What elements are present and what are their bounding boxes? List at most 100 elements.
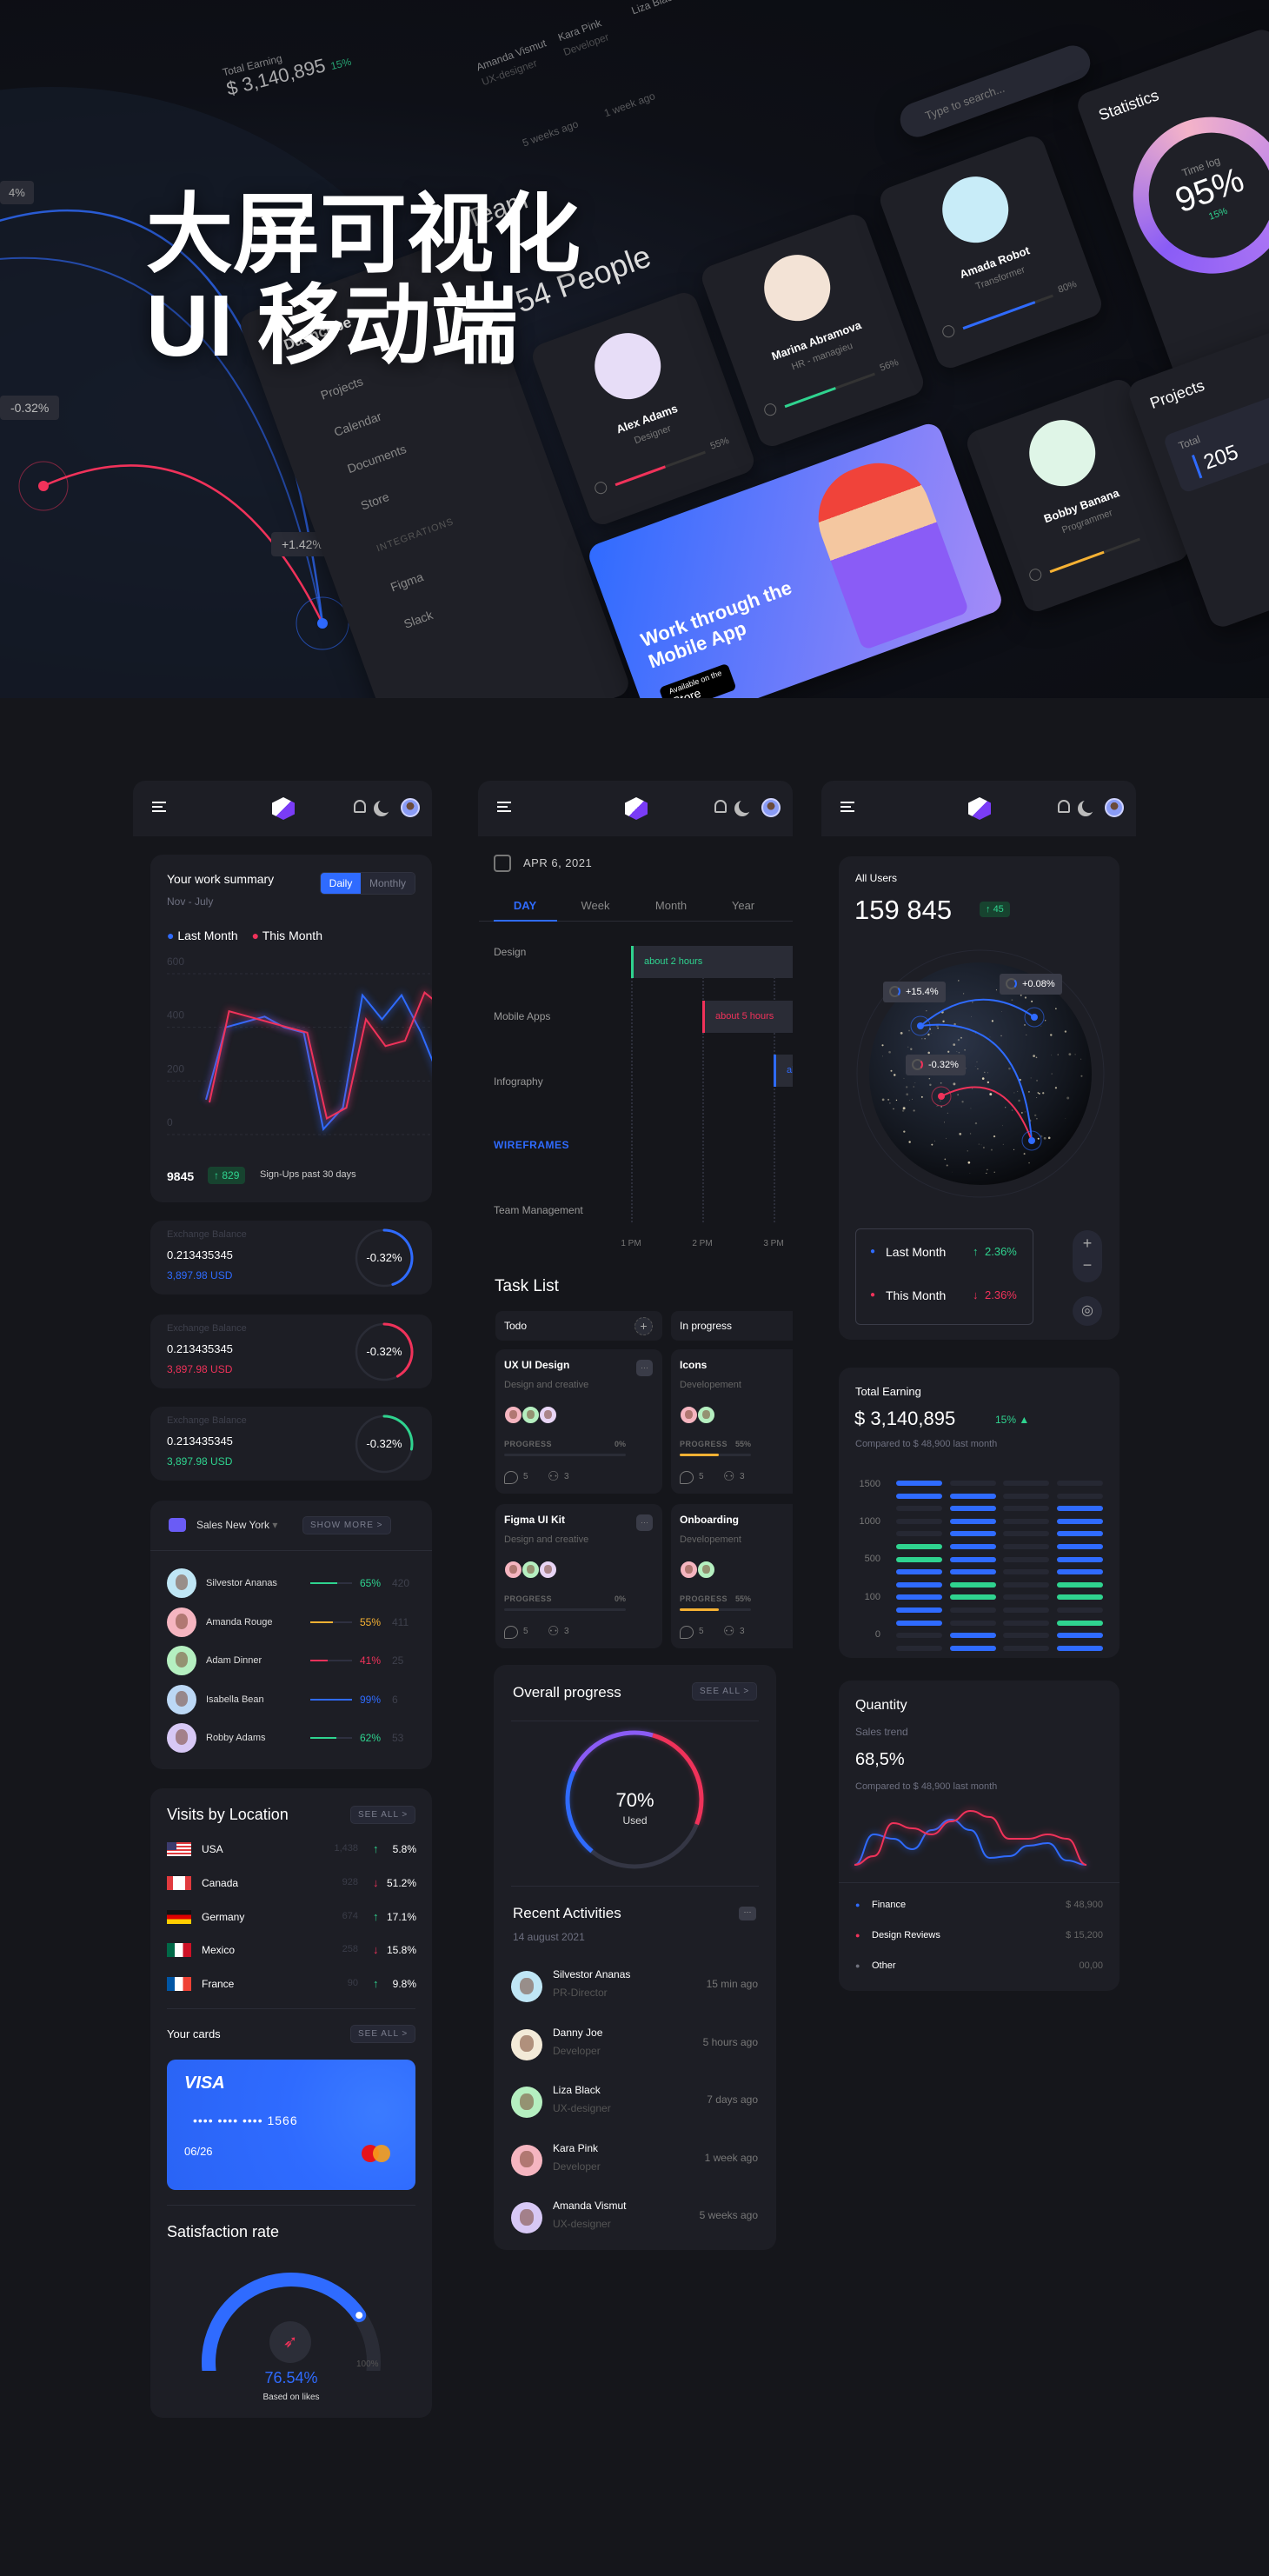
more-options-icon[interactable]: ··· [739, 1907, 756, 1920]
task-more-button[interactable]: ··· [636, 1360, 653, 1376]
cards-see-all-button[interactable]: SEE ALL > [350, 2025, 416, 2043]
activity-name[interactable]: Danny Joe [553, 2027, 602, 2039]
moon-icon[interactable] [739, 799, 753, 813]
avatar[interactable] [1105, 798, 1124, 817]
task-card[interactable]: UX UI Design Design and creative ··· PROGRE… [495, 1349, 662, 1494]
city-light [974, 1122, 978, 1125]
earning-cell-empty [896, 1645, 942, 1651]
calendar-date[interactable]: APR 6, 2021 [523, 856, 592, 869]
locate-icon[interactable]: ◎ [1073, 1296, 1102, 1326]
city-light [1008, 1067, 1011, 1070]
task-card[interactable]: Icons Developement PROGRESS 55% 5 ⚇ 3 [671, 1349, 793, 1494]
activity-name[interactable]: Silvestor Ananas [553, 1968, 630, 1980]
map-stat-label[interactable]: +15.4% [883, 982, 946, 1002]
hero-sidebar-item[interactable]: Documents [345, 442, 408, 476]
calendar-row-label[interactable]: Design [494, 946, 526, 958]
zoom-out-button[interactable]: − [1073, 1255, 1102, 1279]
logo-cube-icon[interactable] [968, 797, 991, 820]
moon-icon[interactable] [378, 799, 392, 813]
logo-cube-icon[interactable] [272, 797, 295, 820]
member-avatar [933, 167, 1018, 252]
calendar-event[interactable]: about 2 hours [631, 946, 793, 978]
earning-bar-cell [950, 1556, 996, 1562]
earning-cell-empty [1003, 1645, 1049, 1651]
toggle-monthly[interactable]: Monthly [361, 873, 415, 894]
visits-see-all-button[interactable]: SEE ALL > [350, 1806, 416, 1824]
activity-name[interactable]: Amanda Vismut [553, 2200, 627, 2212]
tab-day[interactable]: DAY [508, 899, 542, 912]
city-light [914, 1082, 916, 1083]
sales-person-name[interactable]: Robby Adams [206, 1733, 265, 1743]
sales-person-name[interactable]: Isabella Bean [206, 1694, 264, 1705]
overall-see-all-button[interactable]: SEE ALL > [692, 1682, 758, 1701]
sales-person-name[interactable]: Adam Dinner [206, 1655, 262, 1666]
menu-icon[interactable] [497, 802, 511, 812]
show-more-button[interactable]: SHOW MORE > [302, 1516, 391, 1534]
map-stat-label[interactable]: +0.08% [1000, 974, 1062, 995]
tab-week[interactable]: Week [578, 899, 613, 912]
hero-sidebar-item[interactable]: Store [359, 489, 391, 512]
logo-cube-icon[interactable] [625, 797, 648, 820]
earning-value: $ 3,140,895 [854, 1408, 956, 1429]
in-progress-label: In progress [680, 1320, 733, 1332]
hero-integration-slack[interactable]: Slack [402, 608, 435, 631]
calendar-row-label[interactable]: Team Management [494, 1204, 583, 1216]
hero-integration-figma[interactable]: Figma [389, 569, 425, 594]
toggle-daily[interactable]: Daily [321, 873, 361, 894]
city-light [929, 1083, 932, 1087]
city-light [967, 1150, 968, 1152]
hero-sidebar-item[interactable]: Projects [319, 374, 365, 402]
zoom-in-button[interactable]: + [1073, 1230, 1102, 1255]
calendar-row-label[interactable]: Infography [494, 1075, 543, 1088]
hero-title-line2: UI 移动端 [146, 277, 518, 375]
earning-cell-empty [950, 1620, 996, 1626]
activities-title: Recent Activities [513, 1905, 621, 1921]
app-store-badge[interactable]: Available on the Store [658, 662, 737, 698]
city-light [931, 1033, 933, 1034]
exchange-value: 0.213435345 [167, 1248, 233, 1261]
tab-month[interactable]: Month [654, 899, 688, 912]
bell-icon[interactable] [354, 800, 366, 813]
task-more-button[interactable]: ··· [636, 1514, 653, 1531]
visit-count: 674 [342, 1910, 358, 1921]
credit-card[interactable]: VISA •••• •••• •••• 1566 06/26 [167, 2060, 415, 2190]
city-light [907, 1046, 909, 1048]
comment-icon [680, 1626, 694, 1639]
map-stat-label[interactable]: -0.32% [906, 1055, 966, 1075]
city-light [958, 980, 960, 982]
city-light [908, 1100, 910, 1101]
exchange-label: Exchange Balance [167, 1415, 247, 1426]
hero-activity-name: Liza Black [629, 0, 679, 17]
sales-person-name[interactable]: Silvestor Ananas [206, 1578, 277, 1588]
quantity-card: Quantity Sales trend 68,5% Compared to $… [839, 1681, 1120, 1991]
moon-icon[interactable] [1082, 799, 1096, 813]
menu-icon[interactable] [840, 802, 854, 812]
legend-label: Finance [872, 1900, 907, 1910]
add-task-button[interactable]: + [634, 1317, 653, 1335]
calendar-row-label[interactable]: Mobile Apps [494, 1010, 550, 1022]
city-light [972, 1088, 973, 1089]
city-light [1074, 1054, 1076, 1055]
calendar-row-label[interactable]: WIREFRAMES [494, 1139, 569, 1151]
tab-year[interactable]: Year [726, 899, 761, 912]
avatar[interactable] [401, 798, 420, 817]
task-card[interactable]: Figma UI Kit Design and creative ··· PROGRE… [495, 1504, 662, 1648]
hero-sidebar-item[interactable]: Calendar [332, 409, 383, 438]
sales-location-dropdown[interactable]: Sales New York ▾ [196, 1519, 277, 1531]
bell-icon[interactable] [1058, 800, 1070, 813]
avatar[interactable] [761, 798, 781, 817]
menu-icon[interactable] [152, 802, 166, 812]
calendar-event[interactable]: about [774, 1055, 793, 1087]
activity-name[interactable]: Kara Pink [553, 2142, 598, 2154]
task-card[interactable]: Onboarding Developement PROGRESS 55% 5 ⚇ 3 [671, 1504, 793, 1648]
city-light [927, 1033, 930, 1036]
calendar-event[interactable]: about 5 hours [702, 1001, 793, 1033]
sales-folder-icon [169, 1518, 186, 1532]
activity-name[interactable]: Liza Black [553, 2084, 601, 2096]
task-subtitle: Design and creative [504, 1380, 589, 1390]
activity-avatar [511, 2087, 542, 2118]
city-light [1033, 1055, 1035, 1058]
earning-bar-cell [1057, 1569, 1103, 1575]
sales-person-name[interactable]: Amanda Rouge [206, 1617, 272, 1627]
bell-icon[interactable] [714, 800, 727, 813]
